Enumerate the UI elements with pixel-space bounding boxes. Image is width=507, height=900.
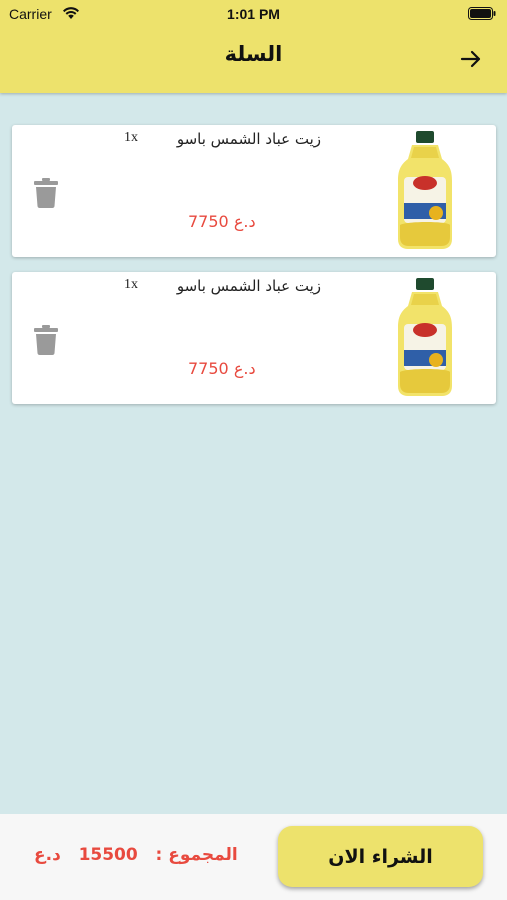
buy-now-button[interactable]: الشراء الان [278,826,483,887]
trash-icon [34,325,58,355]
item-price: 7750 د.ع [188,212,256,231]
arrow-right-icon [460,50,481,68]
status-time: 1:01 PM [227,6,280,22]
app-header: Carrier 1:01 PM السلة [0,0,507,93]
page-title: السلة [224,42,283,66]
product-name: زيت عباد الشمس باسو [176,277,321,295]
delete-item-button[interactable] [34,325,58,355]
product-name: زيت عباد الشمس باسو [176,130,321,148]
cart-item: زيت عباد الشمس باسو 1x 7750 د.ع [12,272,496,404]
checkout-footer: الشراء الان د.ع 15500 المجموع : [0,814,507,900]
cart-item: زيت عباد الشمس باسو 1x 7750 د.ع [12,125,496,257]
item-price: 7750 د.ع [188,359,256,378]
order-total: د.ع 15500 المجموع : [34,845,238,865]
total-label: المجموع : [155,845,238,865]
status-bar: Carrier 1:01 PM [0,0,507,28]
back-button[interactable] [456,46,486,72]
item-quantity: 1x [124,130,138,145]
oil-bottle-image [398,278,452,396]
battery-icon [468,7,496,20]
trash-icon [34,178,58,208]
oil-bottle-image [398,131,452,249]
delete-item-button[interactable] [34,178,58,208]
total-value: 15500 [78,845,138,865]
total-currency: د.ع [34,845,61,865]
item-quantity: 1x [124,277,138,292]
